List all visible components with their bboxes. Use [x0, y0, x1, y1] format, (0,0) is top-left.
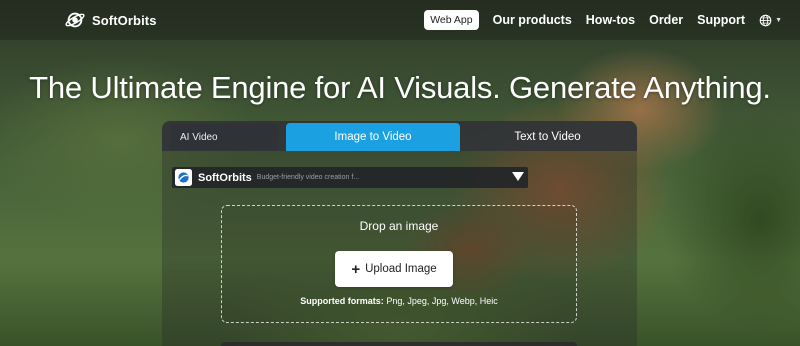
formats-value: Png, Jpeg, Jpg, Webp, Heic [386, 296, 498, 306]
tab-text-to-video[interactable]: Text to Video [460, 124, 635, 150]
image-dropzone[interactable]: Drop an image + Upload Image Supported f… [221, 205, 577, 323]
tab-ai-video[interactable]: AI Video [170, 124, 278, 150]
supported-formats: Supported formats: Png, Jpeg, Jpg, Webp,… [222, 296, 576, 306]
mode-tabs: AI Video Image to Video Text to Video [162, 121, 637, 151]
web-app-button[interactable]: Web App [424, 10, 479, 30]
prompt-area-edge [221, 342, 577, 346]
top-navigation: SoftOrbits Web App Our products How-tos … [0, 0, 800, 40]
upload-button-label: Upload Image [365, 263, 437, 275]
nav-links: Web App Our products How-tos Order Suppo… [424, 10, 782, 30]
dropdown-arrow-icon[interactable] [512, 172, 524, 181]
nav-link-how-tos[interactable]: How-tos [586, 13, 635, 27]
brand[interactable]: SoftOrbits [64, 9, 157, 31]
formats-label: Supported formats: [300, 296, 384, 306]
model-description: Budget-friendly video creation f... [256, 174, 360, 181]
dropzone-title: Drop an image [359, 219, 439, 233]
nav-link-our-products[interactable]: Our products [493, 13, 572, 27]
nav-link-order[interactable]: Order [649, 13, 683, 27]
planet-logo-icon [65, 12, 85, 28]
tab-image-to-video[interactable]: Image to Video [286, 123, 460, 151]
page-headline: The Ultimate Engine for AI Visuals. Gene… [29, 70, 771, 105]
brand-name: SoftOrbits [92, 12, 157, 28]
upload-image-button[interactable]: + Upload Image [335, 251, 453, 287]
nav-link-support[interactable]: Support [697, 13, 745, 27]
model-name: SoftOrbits [198, 171, 252, 184]
model-logo-icon [175, 169, 192, 186]
plus-icon: + [351, 260, 361, 278]
generator-panel: AI Video Image to Video Text to Video So… [162, 121, 637, 346]
globe-icon [759, 14, 772, 26]
chevron-down-icon: ▼ [775, 16, 782, 24]
model-select[interactable]: SoftOrbits Budget-friendly video creatio… [172, 167, 528, 188]
language-selector[interactable]: ▼ [759, 14, 782, 27]
